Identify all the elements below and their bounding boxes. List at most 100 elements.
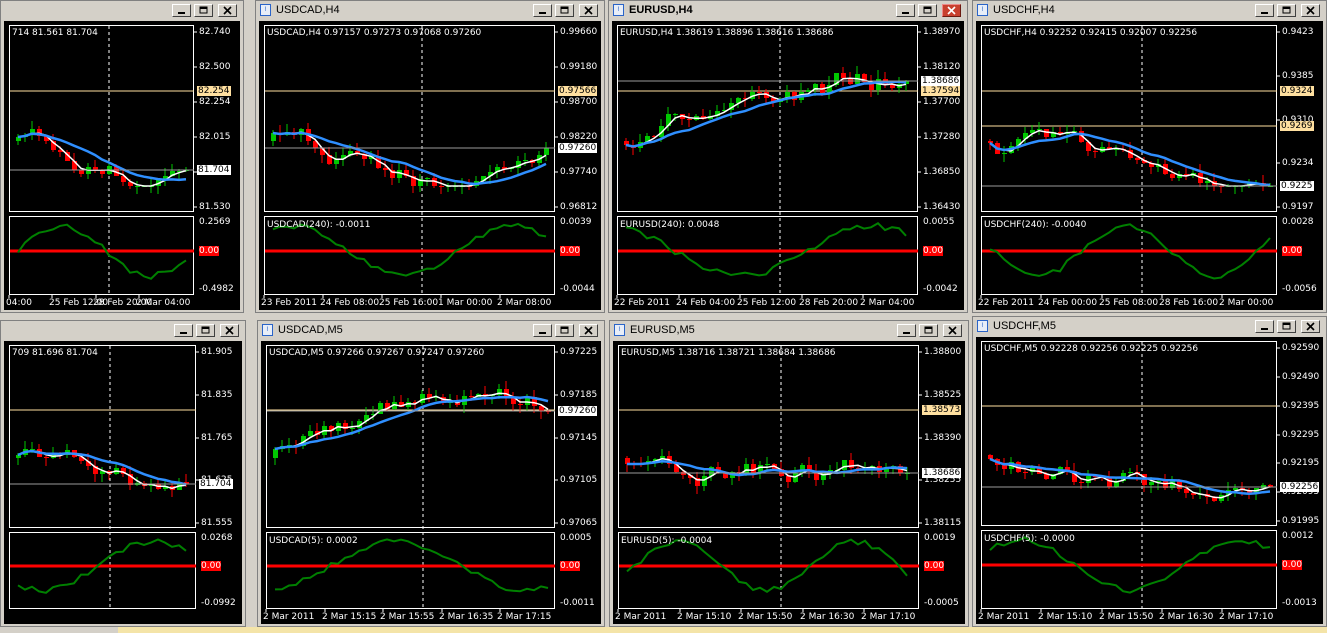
minimize-button[interactable]: [174, 324, 193, 337]
oscillator-axis-label: 0.0055: [923, 217, 955, 227]
price-axis-label: 0.92395: [1282, 401, 1320, 411]
time-axis-label: 23 Feb 2011: [261, 298, 318, 308]
candle-body: [544, 148, 549, 155]
price-axis-label: 82.015: [199, 132, 231, 142]
close-icon: [1306, 322, 1315, 331]
level-price-tag: 1.37594: [921, 86, 961, 96]
time-axis-label: 2 Mar 04:00: [136, 298, 191, 308]
chart-window-usdchf-m5[interactable]: ⌇ USDCHF,M5 0.92590 0.92490 0.92395 0.92295 0.…: [972, 316, 1327, 627]
restore-button[interactable]: [555, 324, 574, 337]
oscillator-axis-label: 0.0019: [924, 533, 956, 543]
candle-body: [425, 178, 430, 179]
time-axis-label: 2 Mar 15:15: [322, 612, 377, 622]
chart-area[interactable]: 0.99660 0.99180 0.98700 0.98220 0.97740 0.968…: [259, 21, 601, 310]
chart-area[interactable]: 82.74082.50082.25482.01581.78081.53082.2…: [4, 21, 240, 310]
restore-button[interactable]: [919, 324, 938, 337]
close-button[interactable]: [218, 4, 237, 17]
restore-button[interactable]: [555, 4, 574, 17]
close-icon: [584, 326, 593, 335]
candle-body: [687, 119, 692, 120]
time-axis-label: 2 Mar 16:35: [439, 612, 494, 622]
chart-window-5[interactable]: 81.90581.83581.76581.62581.55581.7040.02…: [0, 320, 246, 627]
candle-body: [1079, 482, 1084, 483]
chart-area[interactable]: 1.38970 1.38120 1.37700 1.37280 1.36850 1.364…: [612, 21, 964, 310]
window-title: EURUSD,H4: [629, 4, 693, 16]
minimize-icon: [180, 332, 187, 334]
minimize-button[interactable]: [172, 4, 191, 17]
close red-button[interactable]: [942, 4, 961, 17]
minimize-icon: [178, 12, 185, 14]
oscillator-label: USDCHF(240): -0.0040: [984, 220, 1087, 230]
oscillator-axis-label: 0.00: [924, 561, 945, 571]
close-button[interactable]: [1301, 320, 1320, 333]
oscillator-axis-label: 0.0012: [1282, 531, 1314, 541]
chart-window-usdcad-m5[interactable]: ⌇ USDCAD,M5 0.97225 0.97185 0.97145 0.97105 0.…: [257, 320, 605, 627]
price-axis-label: 1.36850: [923, 167, 961, 177]
oscillator-axis-label: -0.0013: [1282, 598, 1317, 608]
price-axis-label: 0.92490: [1282, 372, 1320, 382]
time-axis-label: 24 Feb 00:00: [1038, 298, 1098, 308]
candle-body: [79, 170, 84, 174]
minimize-icon: [902, 12, 909, 14]
oscillator-line: [625, 222, 907, 277]
restore-button[interactable]: [918, 4, 937, 17]
price-axis-label: 1.37280: [923, 132, 961, 142]
fast-moving-average: [17, 450, 187, 490]
close-button[interactable]: [1301, 4, 1320, 17]
minimize-button[interactable]: [533, 324, 552, 337]
minimize-button[interactable]: [1255, 320, 1274, 333]
window-titlebar[interactable]: ⌇ USDCAD,M5: [258, 321, 604, 341]
fast-moving-average: [272, 131, 547, 187]
time-axis-label: 24 Feb 04:00: [676, 298, 736, 308]
close-button[interactable]: [579, 4, 598, 17]
current-price-tag: 1.38686: [922, 468, 962, 478]
oscillator-axis-label: -0.4982: [199, 284, 234, 294]
chart-area[interactable]: 0.97225 0.97185 0.97145 0.97105 0.97065 0.972…: [261, 341, 601, 624]
chart-window-usdcad-h4[interactable]: ⌇ USDCAD,H4 0.99660 0.99180 0.98700 0.98220 0.…: [255, 0, 605, 313]
minimize-button[interactable]: [533, 4, 552, 17]
time-axis-label: 2 Mar 15:50: [1099, 612, 1154, 622]
restore-button[interactable]: [1277, 320, 1296, 333]
price-pane-frame: [9, 345, 196, 528]
price-axis-label: 0.9385: [1282, 71, 1314, 81]
oscillator-axis-label: 0.00: [923, 246, 944, 256]
price-pane-frame: [981, 25, 1277, 212]
candle-body: [842, 460, 847, 470]
price-chart: [980, 341, 1280, 612]
chart-area[interactable]: 81.90581.83581.76581.62581.55581.7040.02…: [4, 341, 242, 624]
minimize-icon: [539, 12, 546, 14]
close-icon: [584, 6, 593, 15]
time-axis-label: 2 Mar 15:10: [1038, 612, 1093, 622]
candle-body: [765, 464, 770, 465]
symbol-info: EURUSD,H4 1.38619 1.38896 1.38616 1.3868…: [620, 28, 834, 38]
candle-body: [1128, 472, 1133, 473]
chart-window-usdchf-h4[interactable]: ⌇ USDCHF,H4 0.9423 0.9385 0.9310 0.9234 0.9197…: [972, 0, 1327, 313]
price-chart: [263, 25, 558, 298]
restore-button[interactable]: [194, 4, 213, 17]
minimize-button[interactable]: [896, 4, 915, 17]
restore-button[interactable]: [1277, 4, 1296, 17]
price-axis-label: 81.530: [199, 202, 231, 212]
chart-window-1[interactable]: 82.74082.50082.25482.01581.78081.53082.2…: [0, 0, 244, 313]
chart-area[interactable]: 0.9423 0.9385 0.9310 0.9234 0.9197 0.9324 0.92…: [976, 21, 1323, 310]
price-axis-label: 81.555: [201, 518, 233, 528]
chart-window-icon: ⌇: [260, 4, 271, 16]
close-button[interactable]: [220, 324, 239, 337]
chart-area[interactable]: 0.92590 0.92490 0.92395 0.92295 0.92195 0.920…: [976, 337, 1323, 624]
minimize-icon: [1261, 12, 1268, 14]
close-button[interactable]: [943, 324, 962, 337]
price-axis-label: 82.500: [199, 62, 231, 72]
window-title: EURUSD,M5: [630, 324, 695, 336]
time-axis-label: 24 Feb 08:00: [320, 298, 380, 308]
chart-window-eurusd-m5[interactable]: ⌇ EURUSD,M5 1.38800 1.38525 1.38390 1.38255 1.…: [609, 320, 969, 627]
restore-icon: [923, 6, 932, 14]
price-chart: [980, 25, 1280, 298]
minimize-button[interactable]: [1255, 4, 1274, 17]
slow-moving-average: [274, 395, 549, 451]
chart-window-eurusd-h4[interactable]: ⌇ EURUSD,H4 1.38970 1.38120 1.37700 1.37280 1.…: [608, 0, 968, 313]
symbol-info: USDCAD,M5 0.97266 0.97267 0.97247 0.9726…: [269, 348, 485, 358]
close-button[interactable]: [579, 324, 598, 337]
chart-area[interactable]: 1.38800 1.38525 1.38390 1.38255 1.38115 1.385…: [613, 341, 965, 624]
restore-button[interactable]: [196, 324, 215, 337]
minimize-button[interactable]: [897, 324, 916, 337]
